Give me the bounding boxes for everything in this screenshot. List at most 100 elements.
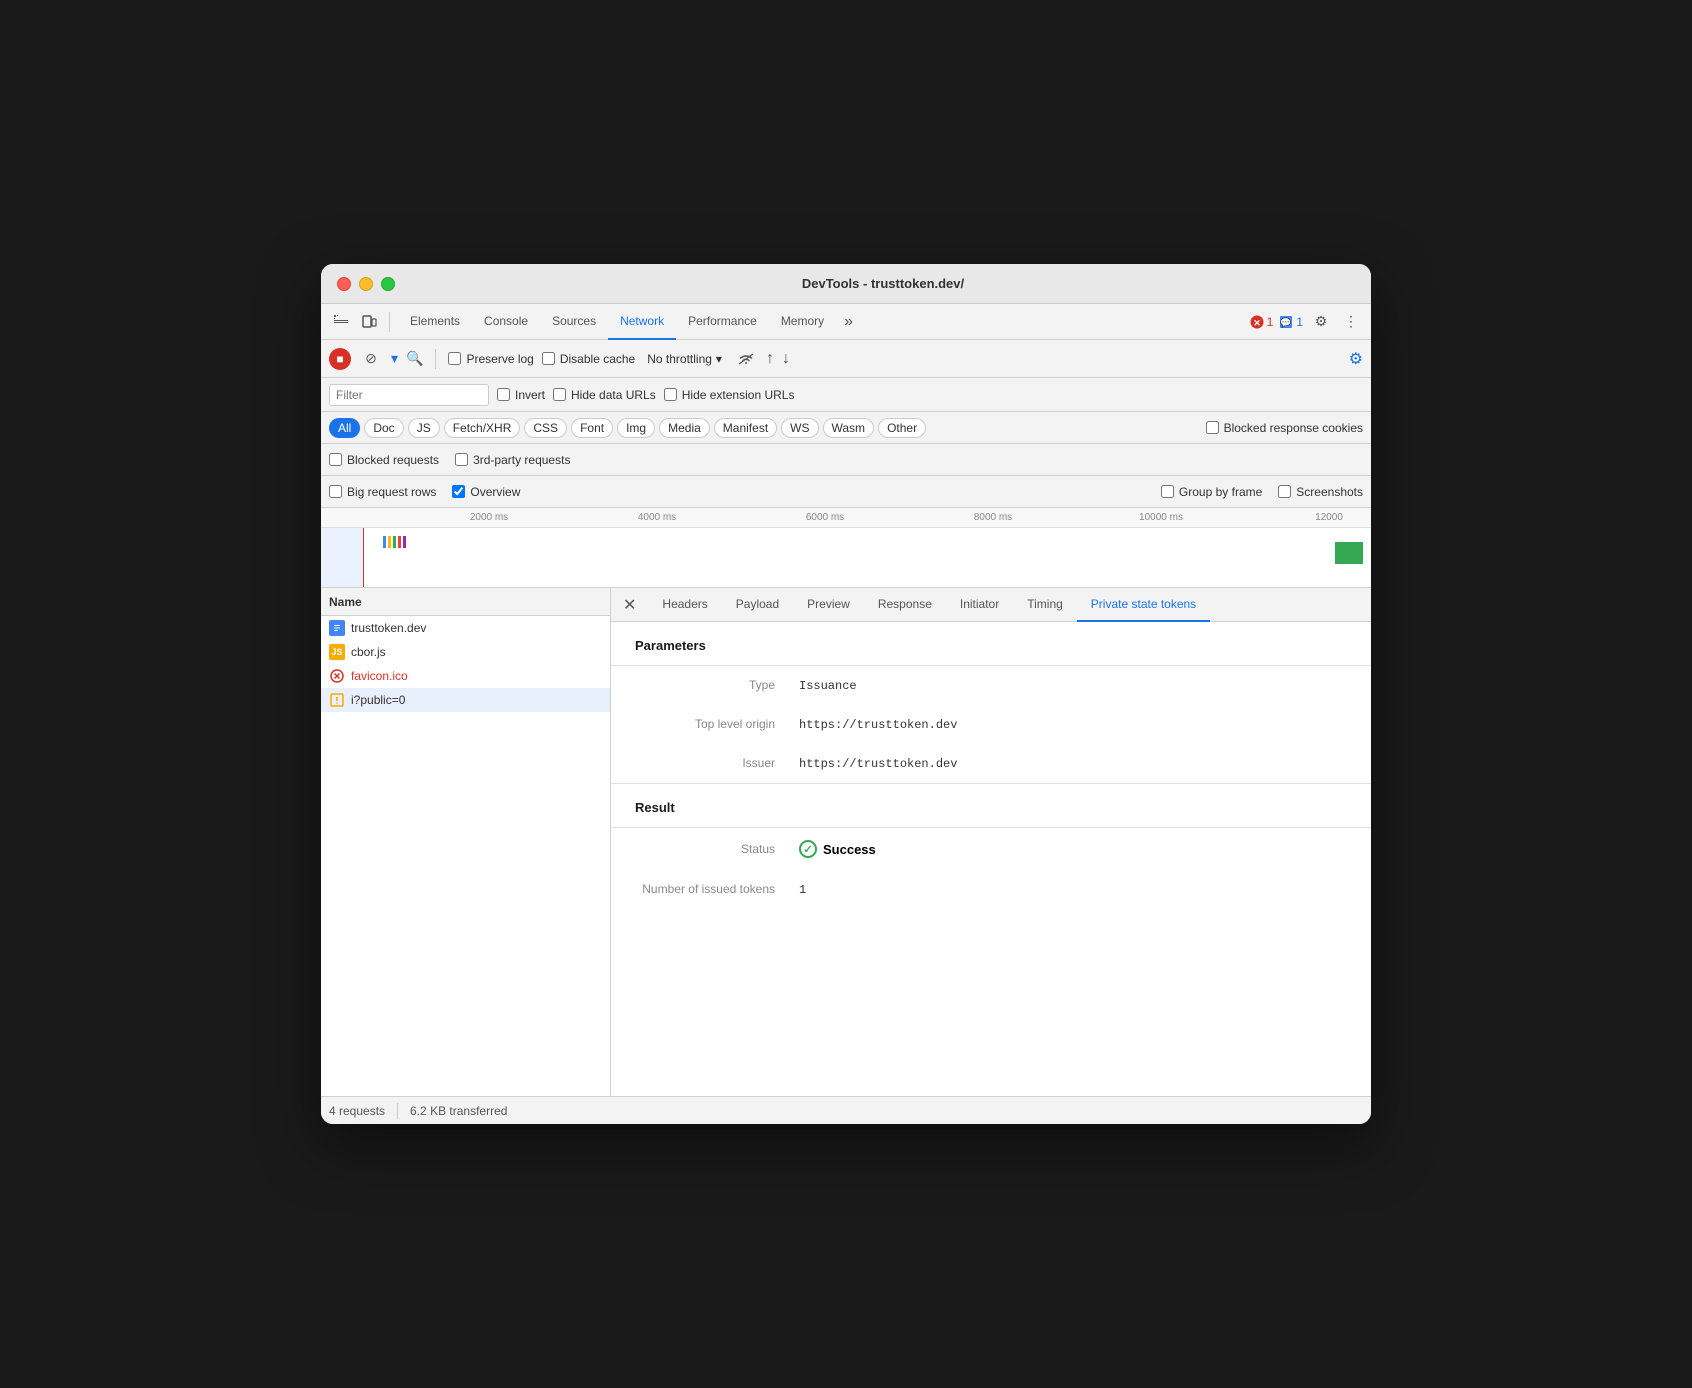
filter-tag-css[interactable]: CSS [524,418,567,438]
network-settings-button[interactable]: ⚙ [1349,349,1363,369]
tab-elements[interactable]: Elements [398,304,472,340]
file-item-0[interactable]: trusttoken.dev [321,616,610,640]
device-toolbar-button[interactable] [357,310,381,334]
close-button[interactable] [337,277,351,291]
top-level-origin-row: Top level origin https://trusttoken.dev [611,705,1371,744]
settings-button[interactable]: ⚙ [1309,310,1333,334]
timeline-ruler: 2000 ms 4000 ms 6000 ms 8000 ms 10000 ms… [321,508,1371,528]
screenshots-checkbox[interactable] [1278,485,1291,498]
titlebar: DevTools - trusttoken.dev/ [321,264,1371,304]
filter-tag-manifest[interactable]: Manifest [714,418,777,438]
invert-label[interactable]: Invert [497,388,545,402]
big-request-rows-label[interactable]: Big request rows [329,485,436,499]
preserve-log-checkbox[interactable] [448,352,461,365]
blocked-cookies-label[interactable]: Blocked response cookies [1206,421,1363,435]
options-left: Blocked requests 3rd-party requests [329,453,570,467]
record-button[interactable]: ■ [329,348,351,370]
clear-button[interactable]: ⊘ [359,347,383,371]
separator-1 [389,312,390,332]
issued-tokens-value: 1 [799,883,806,897]
minimize-button[interactable] [359,277,373,291]
group-by-frame-checkbox[interactable] [1161,485,1174,498]
warning-badge: 💬 1 [1279,315,1303,329]
group-by-frame-label[interactable]: Group by frame [1161,485,1262,499]
filter-tag-other[interactable]: Other [878,418,926,438]
filter-tag-all[interactable]: All [329,418,360,438]
filter-tag-js[interactable]: JS [408,418,440,438]
tab-sources[interactable]: Sources [540,304,608,340]
filter-tag-doc[interactable]: Doc [364,418,403,438]
tick-2000: 2000 ms [470,512,508,523]
cursor-tool-button[interactable] [329,310,353,334]
filter-button[interactable]: ▾ [391,350,398,367]
file-name-2: favicon.ico [351,669,408,683]
upload-button[interactable]: ↑ [766,350,774,368]
download-button[interactable]: ↓ [782,350,790,368]
filter-tag-wasm[interactable]: Wasm [823,418,875,438]
overview-checkbox[interactable] [452,485,465,498]
disable-cache-label[interactable]: Disable cache [542,352,635,366]
hide-extension-urls-checkbox[interactable] [664,388,677,401]
tick-6000: 6000 ms [806,512,844,523]
disable-cache-checkbox[interactable] [542,352,555,365]
wifi-button[interactable] [734,347,758,371]
detail-tab-timing[interactable]: Timing [1013,588,1077,622]
blocked-cookies-checkbox[interactable] [1206,421,1219,434]
issuer-row: Issuer https://trusttoken.dev [611,744,1371,783]
file-name-0: trusttoken.dev [351,621,426,635]
detail-tab-private-state-tokens[interactable]: Private state tokens [1077,588,1210,622]
throttle-select[interactable]: No throttling ▾ [643,350,726,368]
filter-tag-fetchxhr[interactable]: Fetch/XHR [444,418,521,438]
filter-tag-media[interactable]: Media [659,418,710,438]
detail-tabs: ✕ Headers Payload Preview Response Initi… [611,588,1371,622]
filter-tag-ws[interactable]: WS [781,418,818,438]
invert-checkbox[interactable] [497,388,510,401]
type-label: Type [635,678,775,692]
maximize-button[interactable] [381,277,395,291]
detail-tab-initiator[interactable]: Initiator [946,588,1013,622]
bar-1 [383,536,386,548]
blocked-requests-label[interactable]: Blocked requests [329,453,439,467]
hide-data-urls-checkbox[interactable] [553,388,566,401]
traffic-lights [337,277,395,291]
file-item-1[interactable]: JS cbor.js [321,640,610,664]
tab-console[interactable]: Console [472,304,540,340]
status-value: ✓ Success [799,840,876,858]
blocked-requests-checkbox[interactable] [329,453,342,466]
filter-tag-img[interactable]: Img [617,418,655,438]
bar-4 [398,536,401,548]
detail-close-button[interactable]: ✕ [615,595,644,615]
tab-network[interactable]: Network [608,304,676,340]
preserve-log-label[interactable]: Preserve log [448,352,533,366]
tab-performance[interactable]: Performance [676,304,769,340]
detail-tab-headers[interactable]: Headers [648,588,721,622]
detail-tab-preview[interactable]: Preview [793,588,864,622]
big-request-rows-checkbox[interactable] [329,485,342,498]
filter-tag-font[interactable]: Font [571,418,613,438]
filter-input[interactable] [329,384,489,406]
tab-memory[interactable]: Memory [769,304,836,340]
file-item-3[interactable]: i?public=0 [321,688,610,712]
detail-tab-response[interactable]: Response [864,588,946,622]
tab-more-button[interactable]: » [836,313,861,331]
status-label: Status [635,842,775,856]
toolbar-right: ✕ 1 💬 1 ⚙ ⋮ [1250,310,1363,334]
third-party-label[interactable]: 3rd-party requests [455,453,570,467]
timeline-cursor [363,528,364,588]
more-options-button[interactable]: ⋮ [1339,310,1363,334]
search-button[interactable]: 🔍 [406,350,423,367]
detail-tab-payload[interactable]: Payload [722,588,793,622]
screenshots-label[interactable]: Screenshots [1278,485,1363,499]
hide-data-urls-label[interactable]: Hide data URLs [553,388,656,402]
file-item-2[interactable]: favicon.ico [321,664,610,688]
separator-2 [435,349,436,369]
top-level-origin-label: Top level origin [635,717,775,731]
warning-count: 1 [1296,315,1303,329]
main-toolbar: Elements Console Sources Network Perform… [321,304,1371,340]
third-party-checkbox[interactable] [455,453,468,466]
tick-4000: 4000 ms [638,512,676,523]
overview-label[interactable]: Overview [452,485,520,499]
file-name-1: cbor.js [351,645,386,659]
hide-extension-urls-label[interactable]: Hide extension URLs [664,388,795,402]
file-name-3: i?public=0 [351,693,405,707]
